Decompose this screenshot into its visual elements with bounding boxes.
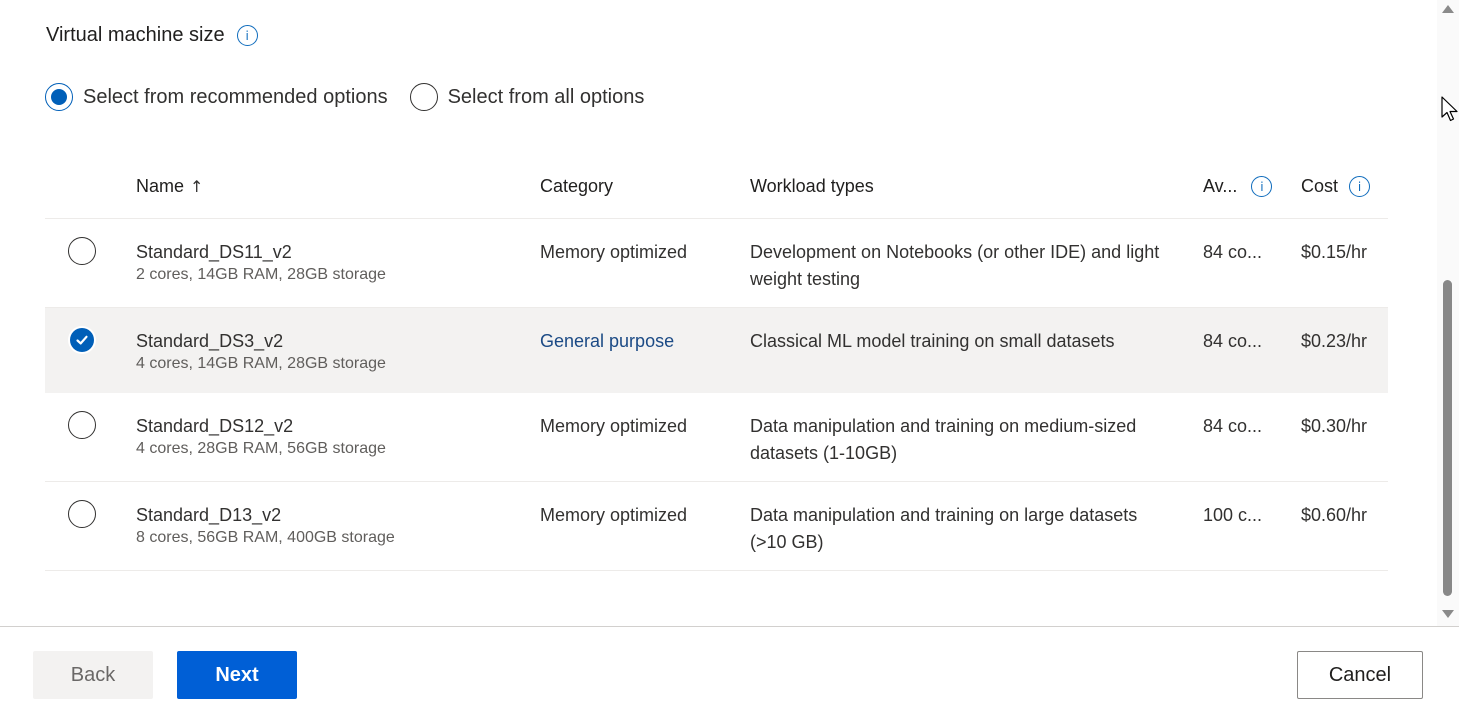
vm-category-link[interactable]: Memory optimized (540, 239, 687, 266)
column-header-name[interactable]: Name ↑ (136, 176, 203, 197)
vm-cost: $0.15/hr (1301, 242, 1368, 262)
table-header: Name ↑ Category Workload types Av... i C… (45, 160, 1388, 219)
info-icon[interactable]: i (1349, 176, 1371, 197)
scrollbar-thumb[interactable] (1443, 280, 1452, 596)
vm-name: Standard_DS12_v2 (136, 416, 294, 436)
row-checkmark-icon[interactable] (70, 328, 94, 352)
section-title: Virtual machine size i (46, 24, 258, 47)
section-title-text: Virtual machine size (46, 24, 225, 46)
vm-category-link[interactable]: Memory optimized (540, 413, 687, 440)
column-header-name-label: Name (136, 176, 185, 196)
vm-cost: $0.60/hr (1301, 505, 1368, 525)
column-header-availability-label: Av... (1203, 176, 1238, 196)
selection-mode-radio-group: Select from recommended options Select f… (45, 83, 666, 111)
vm-workload: Development on Notebooks (or other IDE) … (750, 242, 1160, 289)
vm-size-panel: Virtual machine size i Select from recom… (0, 0, 1437, 626)
column-header-cost-label: Cost (1301, 176, 1339, 196)
next-button[interactable]: Next (177, 651, 297, 699)
vm-size-table: Name ↑ Category Workload types Av... i C… (45, 160, 1388, 571)
mouse-cursor-icon (1441, 96, 1458, 122)
vm-specs: 2 cores, 14GB RAM, 28GB storage (136, 266, 386, 283)
vm-category-link[interactable]: General purpose (540, 328, 674, 355)
vm-name: Standard_D13_v2 (136, 505, 282, 525)
footer-bar: Back Next Cancel (0, 626, 1459, 709)
cancel-button[interactable]: Cancel (1297, 651, 1423, 699)
column-header-category[interactable]: Category (540, 176, 613, 197)
radio-label: Select from all options (447, 85, 645, 108)
vm-specs: 4 cores, 14GB RAM, 28GB storage (136, 355, 386, 372)
column-header-workload[interactable]: Workload types (750, 176, 874, 197)
table-row[interactable]: Standard_DS12_v2 4 cores, 28GB RAM, 56GB… (45, 393, 1388, 482)
vm-cost: $0.23/hr (1301, 331, 1368, 351)
info-icon[interactable]: i (236, 25, 258, 46)
radio-button-checked[interactable] (45, 83, 73, 111)
table-row[interactable]: Standard_DS11_v2 2 cores, 14GB RAM, 28GB… (45, 219, 1388, 308)
vm-category-link[interactable]: Memory optimized (540, 502, 687, 529)
row-radio-button[interactable] (68, 500, 96, 528)
vertical-scrollbar[interactable] (1437, 0, 1459, 626)
info-icon[interactable]: i (1251, 176, 1273, 197)
vm-name: Standard_DS11_v2 (136, 242, 292, 262)
row-radio-button[interactable] (68, 237, 96, 265)
radio-all-options[interactable]: Select from all options (409, 83, 645, 111)
radio-recommended-options[interactable]: Select from recommended options (45, 83, 388, 111)
vm-workload: Data manipulation and training on large … (750, 505, 1138, 552)
vm-specs: 4 cores, 28GB RAM, 56GB storage (136, 440, 386, 457)
table-row-selected[interactable]: Standard_DS3_v2 4 cores, 14GB RAM, 28GB … (45, 308, 1388, 393)
vm-specs: 8 cores, 56GB RAM, 400GB storage (136, 529, 395, 546)
vm-name: Standard_DS3_v2 (136, 331, 284, 351)
column-header-cost[interactable]: Cost i (1301, 176, 1371, 197)
vm-availability: 84 co... (1203, 242, 1263, 262)
column-header-workload-label: Workload types (750, 176, 874, 196)
row-radio-button[interactable] (68, 411, 96, 439)
scroll-down-arrow-icon[interactable] (1442, 610, 1454, 618)
radio-label: Select from recommended options (83, 85, 388, 108)
column-header-availability[interactable]: Av... i (1203, 176, 1273, 197)
column-header-category-label: Category (540, 176, 614, 196)
vm-availability: 84 co... (1203, 416, 1263, 436)
vm-availability: 100 c... (1203, 505, 1263, 525)
vm-cost: $0.30/hr (1301, 416, 1368, 436)
vm-workload: Data manipulation and training on medium… (750, 416, 1137, 463)
radio-button-unchecked[interactable] (409, 83, 438, 111)
sort-ascending-icon: ↑ (190, 177, 204, 196)
vm-workload: Classical ML model training on small dat… (750, 331, 1115, 351)
vm-availability: 84 co... (1203, 331, 1263, 351)
back-button[interactable]: Back (33, 651, 153, 699)
table-row[interactable]: Standard_D13_v2 8 cores, 56GB RAM, 400GB… (45, 482, 1388, 571)
scroll-up-arrow-icon[interactable] (1442, 5, 1454, 13)
